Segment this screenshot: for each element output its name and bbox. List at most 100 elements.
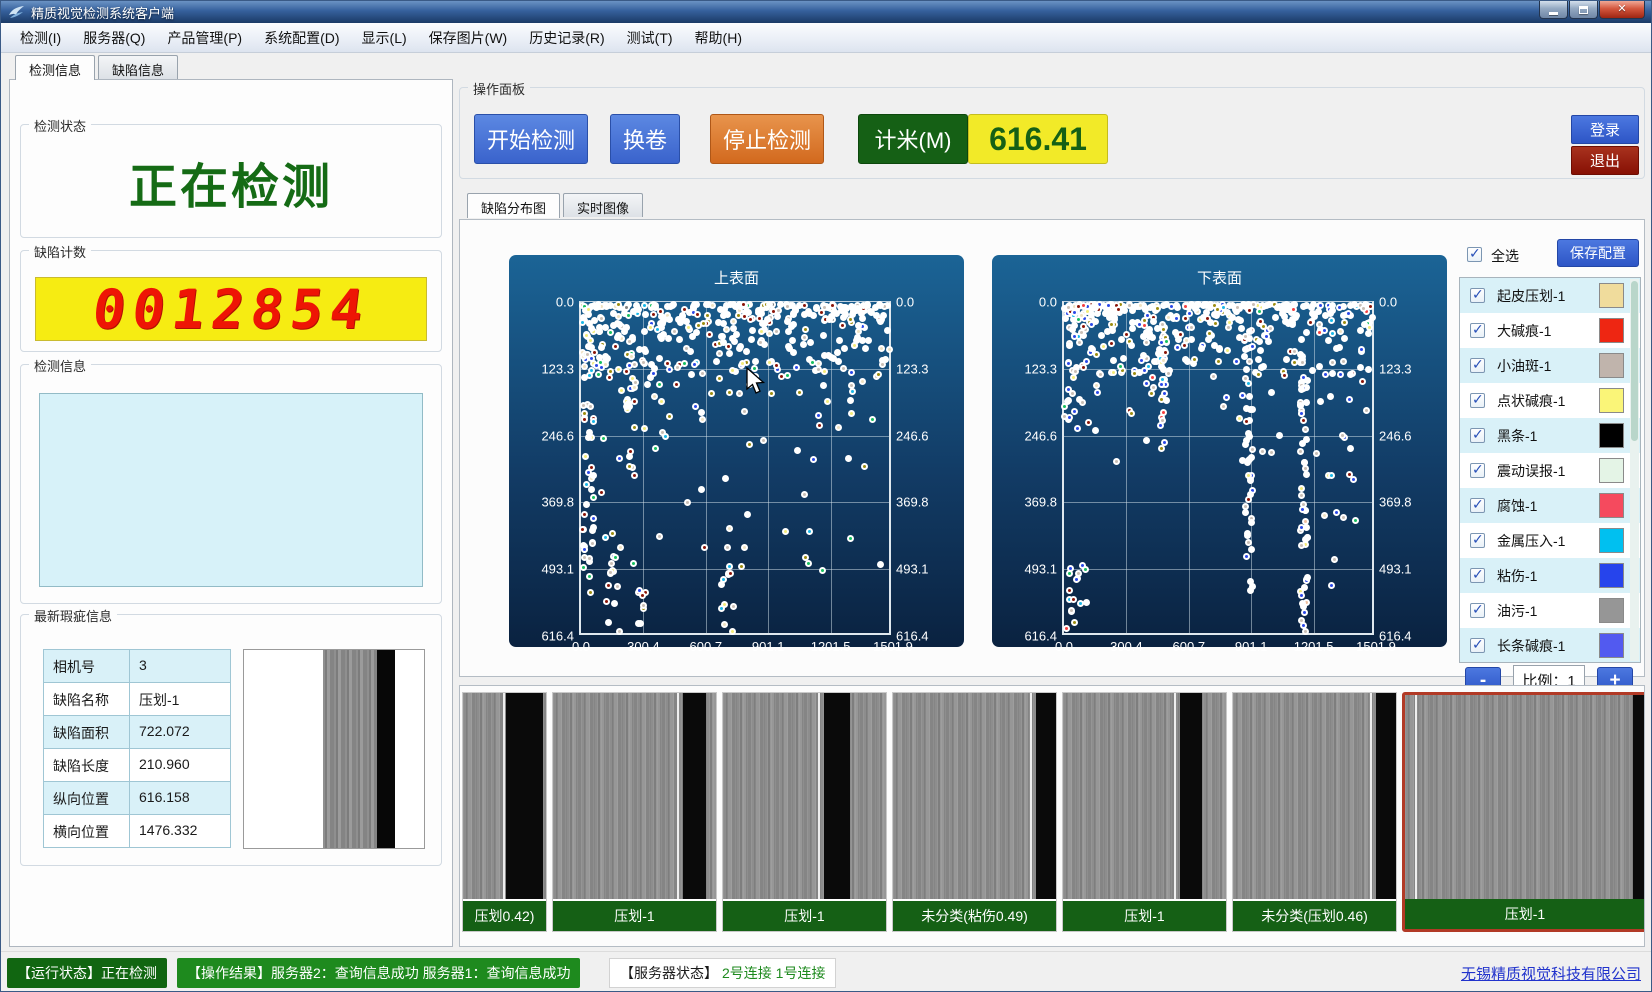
menu-item[interactable]: 检测(I) [9, 23, 72, 53]
scatter-point [666, 413, 673, 420]
defect-checkbox[interactable] [1470, 428, 1485, 443]
defect-checkbox[interactable] [1470, 288, 1485, 303]
save-config-button[interactable]: 保存配置 [1557, 239, 1639, 267]
select-all-checkbox[interactable] [1467, 247, 1482, 262]
scatter-point [600, 435, 607, 442]
menu-item[interactable]: 测试(T) [616, 23, 684, 53]
tab-realtime-image[interactable]: 实时图像 [563, 193, 643, 217]
scatter-point [618, 387, 625, 394]
legend-item[interactable]: 黑条-1 [1460, 418, 1640, 453]
white-streak [818, 693, 820, 899]
scatter-point [1367, 303, 1374, 310]
maximize-button[interactable] [1569, 1, 1598, 19]
defect-checkbox[interactable] [1470, 358, 1485, 373]
scatter-point [1182, 315, 1189, 322]
scatter-point [1263, 333, 1270, 340]
legend-item[interactable]: 油污-1 [1460, 593, 1640, 628]
menu-item[interactable]: 显示(L) [351, 23, 418, 53]
menu-item[interactable]: 系统配置(D) [253, 23, 350, 53]
legend-item[interactable]: 震动误报-1 [1460, 453, 1640, 488]
legend-item[interactable]: 大碱痕-1 [1460, 313, 1640, 348]
scatter-point [716, 375, 723, 382]
scatter-point [598, 489, 605, 496]
defect-thumbnail[interactable]: 压划-1 [1062, 692, 1227, 932]
close-button[interactable]: ✕ [1599, 1, 1645, 19]
scatter-point [694, 311, 701, 318]
defect-checkbox[interactable] [1470, 638, 1485, 653]
scatter-point [1150, 318, 1157, 325]
defect-thumbnail[interactable]: 压划-1 [722, 692, 887, 932]
table-cell-value: 3 [130, 650, 230, 682]
legend-item[interactable]: 粘伤-1 [1460, 558, 1640, 593]
tab-defect-info[interactable]: 缺陷信息 [98, 55, 178, 79]
scatter-point [1341, 335, 1348, 342]
tab-defect-distribution[interactable]: 缺陷分布图 [467, 193, 560, 218]
minimize-button[interactable] [1539, 1, 1568, 19]
logout-button[interactable]: 退出 [1571, 146, 1639, 175]
defect-thumbnail[interactable]: 压划0.42) [462, 692, 547, 932]
select-all-label: 全选 [1491, 246, 1519, 266]
scatter-point [841, 345, 848, 352]
scatter-point [729, 628, 736, 635]
scatter-point [612, 343, 619, 350]
scatter-point [801, 491, 808, 498]
scatter-point [1267, 325, 1274, 332]
defect-thumbnail[interactable]: 未分类(压划0.46) [1232, 692, 1397, 932]
scatter-point [820, 382, 827, 389]
menu-item[interactable]: 保存图片(W) [418, 23, 519, 53]
scatter-point [1259, 448, 1266, 455]
legend-item[interactable]: 长条碱痕-1 [1460, 628, 1640, 663]
scatter-point [744, 511, 751, 518]
start-detect-button[interactable]: 开始检测 [474, 114, 588, 164]
legend-item[interactable]: 腐蚀-1 [1460, 488, 1640, 523]
scatter-point [700, 320, 707, 327]
defect-checkbox[interactable] [1470, 603, 1485, 618]
table-cell-key: 横向位置 [44, 815, 130, 847]
legend-item[interactable]: 起皮压划-1 [1460, 278, 1640, 313]
defect-checkbox[interactable] [1470, 568, 1485, 583]
legend-item[interactable]: 金属压入-1 [1460, 523, 1640, 558]
defect-thumbnail[interactable]: 未分类(粘伤0.49) [892, 692, 1057, 932]
scatter-point [1248, 546, 1255, 553]
legend-item[interactable]: 点状碱痕-1 [1460, 383, 1640, 418]
defect-checkbox[interactable] [1470, 393, 1485, 408]
legend-scrollbar-thumb[interactable] [1631, 281, 1638, 441]
scatter-point [793, 364, 800, 371]
defect-checkbox[interactable] [1470, 323, 1485, 338]
scatter-point [699, 370, 706, 377]
table-cell-value: 722.072 [130, 716, 230, 748]
menu-item[interactable]: 历史记录(R) [518, 23, 615, 53]
tab-detect-info[interactable]: 检测信息 [15, 55, 95, 80]
defect-count-display: 0012854 [35, 277, 427, 341]
detect-info-textbox[interactable] [39, 393, 423, 587]
scatter-point [722, 475, 729, 482]
defect-count-label: 缺陷计数 [29, 242, 91, 261]
scatter-point [1126, 302, 1133, 309]
defect-checkbox[interactable] [1470, 463, 1485, 478]
scatter-point [656, 533, 663, 540]
change-roll-button[interactable]: 换卷 [610, 114, 680, 164]
company-link[interactable]: 无锡精质视觉科技有限公司 [1461, 963, 1641, 984]
menu-item[interactable]: 产品管理(P) [156, 23, 253, 53]
scatter-point [1212, 320, 1219, 327]
scatter-point [1256, 308, 1263, 315]
login-button[interactable]: 登录 [1571, 115, 1639, 144]
scatter-point [768, 390, 775, 397]
stop-detect-button[interactable]: 停止检测 [710, 114, 824, 164]
defect-thumbnail[interactable]: 压划-1 [552, 692, 717, 932]
scatter-point [879, 361, 886, 368]
scatter-point [1297, 402, 1304, 409]
legend-scrollbar[interactable] [1630, 279, 1639, 661]
table-cell-value: 1476.332 [130, 815, 230, 847]
menu-item[interactable]: 服务器(Q) [72, 23, 156, 53]
defect-checkbox[interactable] [1470, 533, 1485, 548]
defect-thumbnail[interactable]: 压划-1 [1402, 692, 1645, 932]
defect-label: 起皮压划-1 [1497, 286, 1599, 306]
scatter-point [688, 371, 695, 378]
legend-item[interactable]: 小油斑-1 [1460, 348, 1640, 383]
scatter-point [1256, 338, 1263, 345]
menu-item[interactable]: 帮助(H) [684, 23, 753, 53]
defect-checkbox[interactable] [1470, 498, 1485, 513]
y-axis-tick-label-left: 123.3 [541, 361, 574, 376]
y-axis-tick-label-left: 616.4 [1024, 629, 1057, 644]
